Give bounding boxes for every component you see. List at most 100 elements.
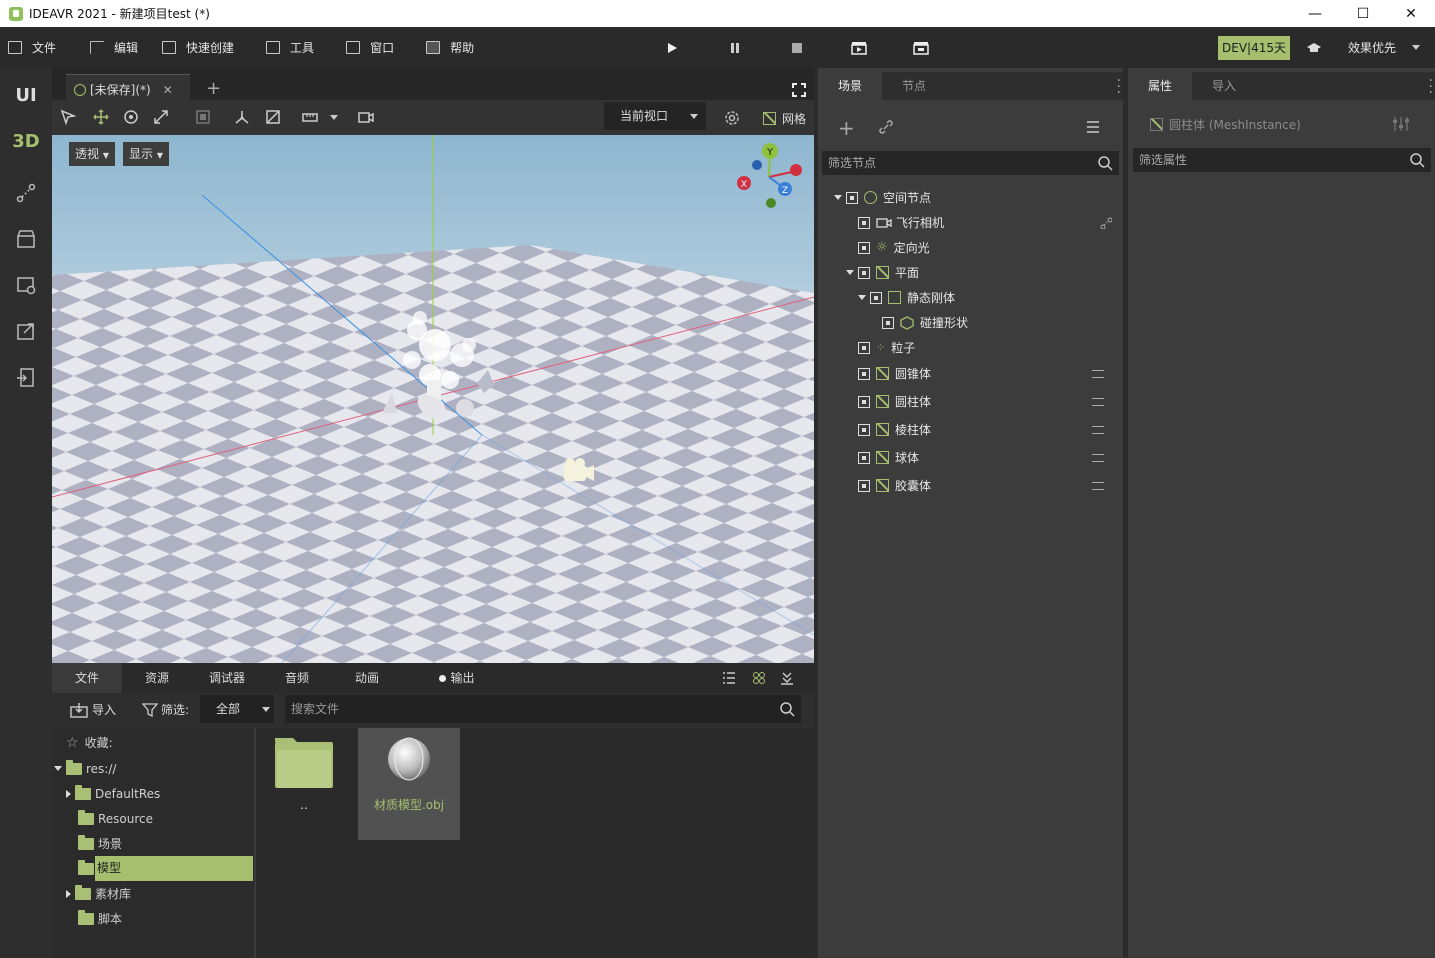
learn-icon[interactable] xyxy=(1306,27,1322,68)
fullscreen-icon[interactable] xyxy=(792,83,806,100)
rotate-tool-icon[interactable] xyxy=(123,109,139,125)
tree-item-library[interactable]: 素材库 xyxy=(52,881,254,906)
visibility-checkbox[interactable] xyxy=(858,451,870,464)
file-item-parent[interactable]: .. xyxy=(270,732,338,822)
move-tool-icon[interactable] xyxy=(93,109,109,125)
scene-node-cylinder[interactable]: 圆柱体 xyxy=(858,389,1118,414)
add-node-icon[interactable]: + xyxy=(838,116,855,140)
scene-node-light[interactable]: ☼ 定向光 xyxy=(858,235,930,260)
scene-node-prism[interactable]: 棱柱体 xyxy=(858,417,1118,442)
tab-properties[interactable]: 属性 xyxy=(1128,72,1192,100)
select-tool-icon[interactable] xyxy=(60,109,76,125)
group-link-icon[interactable] xyxy=(1092,369,1104,378)
tab-debugger[interactable]: 调试器 xyxy=(192,663,262,693)
visibility-checkbox[interactable] xyxy=(858,479,870,492)
scene-node-spatial[interactable]: 空间节点 xyxy=(834,185,931,210)
maximize-button[interactable]: ☐ xyxy=(1339,0,1387,27)
current-view-select[interactable]: 当前视口 xyxy=(604,102,706,130)
filter-select[interactable]: 全部 xyxy=(200,695,274,723)
pivot-icon[interactable] xyxy=(234,109,250,125)
visibility-checkbox[interactable] xyxy=(858,423,870,436)
tree-item-resource[interactable]: Resource xyxy=(52,806,254,831)
grid-view-icon[interactable] xyxy=(752,671,766,685)
visibility-checkbox[interactable] xyxy=(858,266,870,279)
visibility-checkbox[interactable] xyxy=(858,395,870,408)
store-icon[interactable] xyxy=(0,226,52,252)
tab-import[interactable]: 导入 xyxy=(1192,72,1256,100)
close-button[interactable]: ✕ xyxy=(1387,0,1435,27)
asset-settings-icon[interactable] xyxy=(0,272,52,298)
more-options-icon[interactable]: · · · xyxy=(1117,74,1121,100)
local-space-icon[interactable] xyxy=(265,109,281,125)
menu-tools[interactable]: 工具 xyxy=(258,27,324,68)
group-link-icon[interactable] xyxy=(1092,453,1104,462)
import-button[interactable]: 导入 xyxy=(70,701,116,718)
menu-quick-create[interactable]: 快速创建 xyxy=(154,27,244,68)
scene-node-cone[interactable]: 圆锥体 xyxy=(858,361,1118,386)
tab-nodes[interactable]: 节点 xyxy=(882,72,946,100)
scene-node-capsule[interactable]: 胶囊体 xyxy=(858,473,1118,498)
minimize-button[interactable]: — xyxy=(1291,0,1339,27)
add-tab-icon[interactable]: + xyxy=(206,78,221,99)
object-settings-icon[interactable] xyxy=(1392,116,1410,132)
render-mode-select[interactable]: 效果优先 xyxy=(1348,27,1421,68)
import-device-icon[interactable] xyxy=(0,364,52,390)
tree-root[interactable]: res:// xyxy=(52,756,254,781)
tab-resources[interactable]: 资源 xyxy=(122,663,192,693)
tree-item-defaultres[interactable]: DefaultRes xyxy=(52,781,254,806)
sphere-mesh[interactable] xyxy=(456,399,474,417)
tab-audio[interactable]: 音频 xyxy=(262,663,332,693)
list-view-icon[interactable] xyxy=(722,671,736,685)
tab-animation[interactable]: 动画 xyxy=(332,663,402,693)
3d-viewport[interactable]: Y X Z 透视 ▼ 显示 ▼ xyxy=(52,135,814,663)
tab-files[interactable]: 文件 xyxy=(52,663,122,693)
menu-edit[interactable]: 编辑 xyxy=(82,27,148,68)
menu-help[interactable]: 帮助 xyxy=(418,27,484,68)
scene-node-sphere[interactable]: 球体 xyxy=(858,445,1118,470)
scale-tool-icon[interactable] xyxy=(153,109,169,125)
scene-node-staticbody[interactable]: 静态刚体 xyxy=(858,285,955,310)
link-icon[interactable] xyxy=(878,119,894,135)
close-tab-icon[interactable]: ✕ xyxy=(163,83,173,97)
scene-node-plane[interactable]: 平面 xyxy=(846,260,919,285)
pause-button[interactable] xyxy=(729,27,741,68)
tree-item-scripts[interactable]: 脚本 xyxy=(52,906,254,931)
menu-window[interactable]: 窗口 xyxy=(338,27,404,68)
grid-toggle[interactable]: 网格 xyxy=(763,110,806,127)
camera-preview-icon[interactable] xyxy=(358,111,374,123)
lock-selection-icon[interactable] xyxy=(195,109,211,125)
file-item-obj[interactable]: 材质模型.obj xyxy=(358,728,460,840)
tab-scene[interactable]: 场景 xyxy=(818,72,882,100)
visibility-checkbox[interactable] xyxy=(858,216,870,229)
collapse-panel-icon[interactable] xyxy=(780,671,794,685)
menu-icon[interactable] xyxy=(1086,121,1100,133)
menu-file[interactable]: 文件 xyxy=(0,27,66,68)
display-menu[interactable]: 显示 ▼ xyxy=(123,142,169,166)
3d-mode-button[interactable]: 3D xyxy=(0,128,52,154)
tree-item-scene[interactable]: 场景 xyxy=(52,831,254,856)
ui-mode-button[interactable]: UI xyxy=(0,82,52,108)
node-filter-input[interactable]: 筛选节点 xyxy=(822,151,1119,175)
script-attached-icon[interactable] xyxy=(1100,217,1112,229)
visibility-checkbox[interactable] xyxy=(858,341,870,354)
snap-icon[interactable] xyxy=(302,111,318,123)
play-scene-button[interactable] xyxy=(851,27,867,68)
snap-chevron-icon[interactable] xyxy=(330,115,338,120)
scene-node-camera[interactable]: 飞行相机 xyxy=(858,210,1118,235)
stop-button[interactable] xyxy=(791,27,803,68)
group-link-icon[interactable] xyxy=(1092,481,1104,490)
visibility-checkbox[interactable] xyxy=(870,291,882,304)
play-button[interactable] xyxy=(666,27,678,68)
tab-output[interactable]: 输出 xyxy=(422,663,492,693)
more-options-icon[interactable]: · · · xyxy=(1429,74,1433,100)
file-search-input[interactable]: 搜索文件 xyxy=(285,695,801,723)
tree-item-model[interactable]: 模型 xyxy=(52,856,254,881)
scene-node-collision[interactable]: 碰撞形状 xyxy=(882,310,968,335)
visibility-checkbox[interactable] xyxy=(882,316,894,329)
export-icon[interactable] xyxy=(0,318,52,344)
settings-gear-icon[interactable] xyxy=(723,109,741,127)
visibility-checkbox[interactable] xyxy=(858,241,870,254)
play-custom-button[interactable] xyxy=(913,27,929,68)
group-link-icon[interactable] xyxy=(1092,397,1104,406)
favorites-row[interactable]: ☆ 收藏: xyxy=(52,730,254,755)
